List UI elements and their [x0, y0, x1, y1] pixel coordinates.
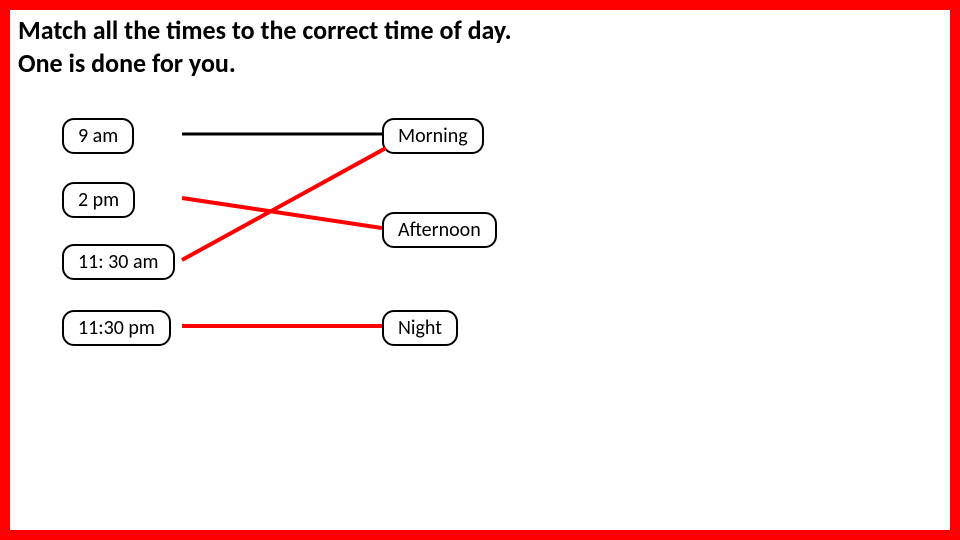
time-chip-2pm[interactable]: 2 pm	[62, 182, 135, 218]
time-chip-9am[interactable]: 9 am	[62, 118, 134, 154]
period-chip-morning[interactable]: Morning	[382, 118, 484, 154]
instructions: Match all the times to the correct time …	[18, 14, 512, 79]
time-chip-1130am[interactable]: 11: 30 am	[62, 244, 175, 280]
chip-label: 2 pm	[78, 188, 119, 212]
chip-label: 9 am	[78, 124, 118, 148]
period-chip-night[interactable]: Night	[382, 310, 458, 346]
chip-label: 11: 30 am	[78, 250, 159, 274]
instructions-line-1: Match all the times to the correct time …	[18, 14, 512, 46]
chip-label: Night	[398, 316, 442, 340]
period-chip-afternoon[interactable]: Afternoon	[382, 212, 497, 248]
instructions-line-2: One is done for you.	[18, 47, 512, 80]
chip-label: 11:30 pm	[78, 316, 155, 340]
chip-label: Morning	[398, 124, 468, 148]
line-1130am-morning	[182, 148, 386, 260]
worksheet-frame: Match all the times to the correct time …	[0, 0, 960, 540]
line-2pm-afternoon	[182, 198, 382, 228]
time-chip-1130pm[interactable]: 11:30 pm	[62, 310, 171, 346]
chip-label: Afternoon	[398, 218, 481, 242]
